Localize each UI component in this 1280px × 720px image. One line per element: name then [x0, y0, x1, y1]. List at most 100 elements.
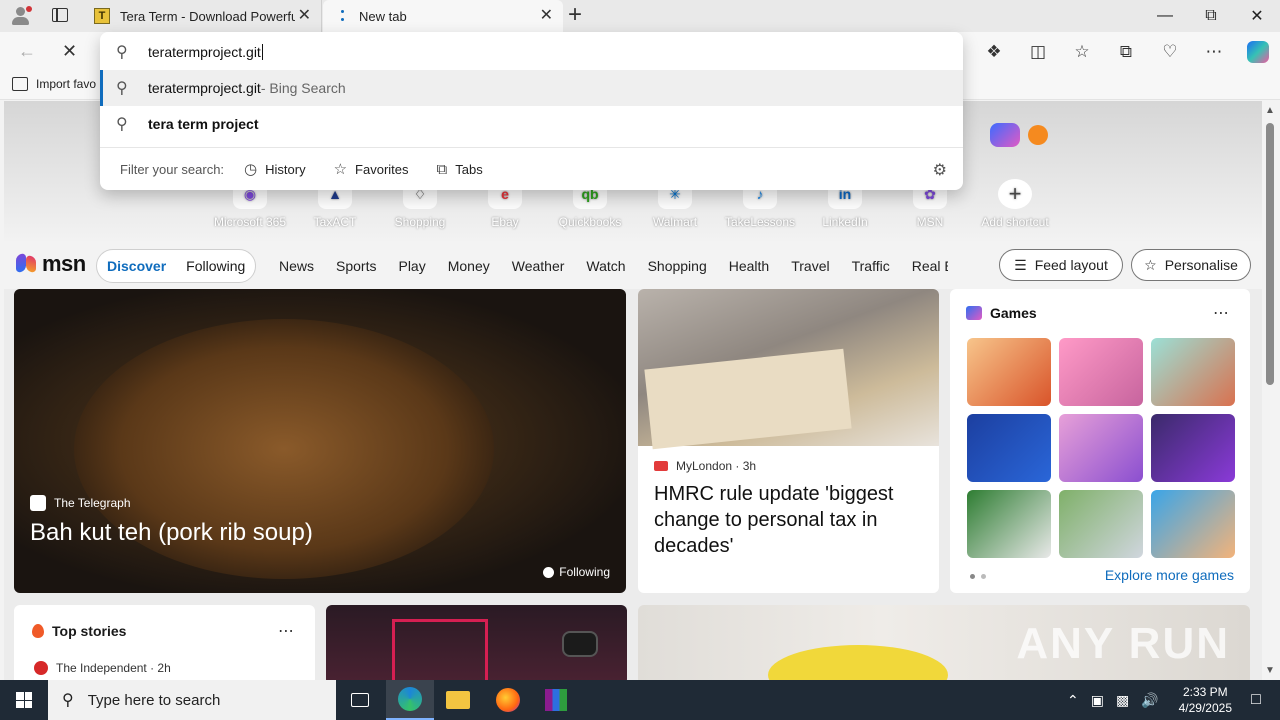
following-badge[interactable]: Following	[543, 565, 610, 579]
game-tile[interactable]	[1059, 338, 1143, 406]
explore-more-games-link[interactable]: Explore more games	[1105, 567, 1234, 583]
hero-story-card[interactable]: The Telegraph Bah kut teh (pork rib soup…	[14, 289, 626, 593]
games-card: Games ⋯ Explore more games	[950, 289, 1250, 593]
game-tile[interactable]	[1151, 490, 1235, 558]
volume-icon[interactable]: 🔊	[1141, 692, 1158, 709]
nav-health[interactable]: Health	[729, 258, 769, 274]
story-source: The Telegraph	[30, 495, 131, 511]
winrar-button[interactable]	[532, 680, 580, 720]
extensions-icon[interactable]: ❖	[972, 36, 1016, 68]
browser-essentials-icon[interactable]: ♡	[1148, 36, 1192, 68]
firefox-button[interactable]	[484, 680, 532, 720]
filter-history[interactable]: ◷ History	[244, 160, 306, 178]
split-screen-icon[interactable]: ◫	[1016, 36, 1060, 68]
edge-taskbar-button[interactable]	[386, 680, 434, 720]
close-tab-icon[interactable]: ✕	[298, 8, 311, 24]
copilot-logo-icon[interactable]	[990, 123, 1020, 147]
new-tab-button[interactable]: +	[568, 3, 582, 27]
game-tile[interactable]	[1151, 414, 1235, 482]
nav-weather[interactable]: Weather	[512, 258, 565, 274]
nav-sports[interactable]: Sports	[336, 258, 376, 274]
import-favorites-link[interactable]: Import favo	[12, 77, 96, 91]
story-image	[638, 289, 939, 450]
history-icon: ◷	[244, 161, 258, 178]
gear-icon[interactable]: ⚙	[933, 160, 947, 180]
add-shortcut-button[interactable]: + Add shortcut	[975, 179, 1055, 229]
close-tab-icon[interactable]: ✕	[540, 8, 553, 24]
stop-loading-button[interactable]: ✕	[62, 40, 77, 62]
file-explorer-button[interactable]	[434, 680, 482, 720]
suggestion-item[interactable]: ⚲ teratermproject.git - Bing Search	[100, 70, 963, 106]
game-tile[interactable]	[967, 490, 1051, 558]
address-input[interactable]: ⚲ teratermproject.git	[100, 34, 963, 70]
tab-actions-icon[interactable]	[52, 8, 68, 22]
tab-tera-term[interactable]: T Tera Term - Download Powerful T ✕	[84, 0, 322, 32]
minimize-button[interactable]: —	[1142, 0, 1188, 32]
wifi-icon[interactable]: ▩	[1116, 692, 1129, 709]
nav-watch[interactable]: Watch	[586, 258, 625, 274]
story-headline[interactable]: HMRC rule update 'biggest change to pers…	[654, 481, 924, 559]
suggestion-item[interactable]: ⚲ tera term project	[100, 106, 963, 142]
game-tile[interactable]	[1059, 414, 1143, 482]
address-input-value[interactable]: teratermproject.git	[148, 44, 261, 60]
msn-logo[interactable]: msn	[16, 251, 86, 277]
favorites-icon[interactable]: ☆	[1060, 36, 1104, 68]
more-options-icon[interactable]: ⋯	[278, 621, 295, 641]
page-scrollbar[interactable]: ▲ ▼	[1262, 101, 1280, 680]
game-tile[interactable]	[1151, 338, 1235, 406]
tera-term-favicon-icon: T	[94, 8, 110, 24]
game-tile[interactable]	[967, 414, 1051, 482]
carousel-dots[interactable]	[970, 574, 986, 579]
network-icon[interactable]: ▣	[1091, 692, 1104, 709]
category-links: News Sports Play Money Weather Watch Sho…	[268, 249, 948, 283]
nav-money[interactable]: Money	[448, 258, 490, 274]
rewards-icon[interactable]	[1028, 125, 1048, 145]
profile-avatar-icon[interactable]	[10, 6, 32, 26]
restore-button[interactable]: ⧉	[1188, 0, 1234, 32]
import-icon	[12, 77, 28, 91]
story-image	[768, 645, 948, 680]
nav-news[interactable]: News	[279, 258, 314, 274]
start-button[interactable]	[0, 680, 48, 720]
news-story-card[interactable]: MyLondon · 3h HMRC rule update 'biggest …	[638, 289, 939, 593]
more-menu-icon[interactable]: ⋯	[1192, 36, 1236, 68]
independent-logo-icon	[34, 661, 48, 675]
more-options-icon[interactable]: ⋯	[1213, 303, 1230, 323]
nav-shopping[interactable]: Shopping	[648, 258, 707, 274]
scroll-down-icon[interactable]: ▼	[1265, 665, 1275, 676]
tab-discover[interactable]: Discover	[97, 258, 176, 274]
taskbar-search[interactable]: ⚲ Type here to search	[48, 680, 336, 720]
collections-icon[interactable]: ⧉	[1104, 36, 1148, 68]
clock[interactable]: 2:33 PM 4/29/2025	[1179, 684, 1232, 716]
back-button[interactable]: ←	[18, 40, 36, 62]
copilot-icon[interactable]	[1236, 36, 1280, 68]
filter-favorites[interactable]: ☆ Favorites	[334, 160, 409, 178]
nav-real-estate[interactable]: Real E	[912, 258, 948, 274]
scroll-up-icon[interactable]: ▲	[1265, 105, 1275, 116]
tab-new-tab[interactable]: New tab ✕	[323, 0, 563, 32]
tab-following[interactable]: Following	[176, 258, 255, 274]
winrar-icon	[545, 689, 567, 711]
filter-tabs[interactable]: ⧉ Tabs	[437, 161, 483, 178]
story-headline[interactable]: Bah kut teh (pork rib soup)	[30, 519, 313, 547]
windows-logo-icon	[16, 692, 32, 708]
search-icon: ⚲	[116, 116, 128, 133]
news-image-card[interactable]: ANY RUN	[638, 605, 1250, 680]
feed-layout-button[interactable]: ☰ Feed layout	[999, 249, 1123, 281]
notifications-icon[interactable]: □	[1232, 680, 1280, 720]
nav-play[interactable]: Play	[398, 258, 425, 274]
game-tile[interactable]	[1059, 490, 1143, 558]
watermark-logo: ANY RUN	[1016, 619, 1230, 668]
camera-image	[562, 631, 598, 657]
chevron-up-icon[interactable]: ⌃	[1067, 692, 1079, 709]
close-window-button[interactable]: ✕	[1234, 0, 1280, 32]
top-stories-header: Top stories	[32, 623, 126, 639]
games-header: Games	[966, 305, 1037, 321]
scrollbar-thumb[interactable]	[1266, 123, 1274, 385]
nav-traffic[interactable]: Traffic	[852, 258, 890, 274]
news-image-card[interactable]	[326, 605, 627, 680]
game-tile[interactable]	[967, 338, 1051, 406]
personalise-button[interactable]: ☆ Personalise	[1131, 249, 1251, 281]
nav-travel[interactable]: Travel	[791, 258, 829, 274]
task-view-button[interactable]	[336, 680, 384, 720]
